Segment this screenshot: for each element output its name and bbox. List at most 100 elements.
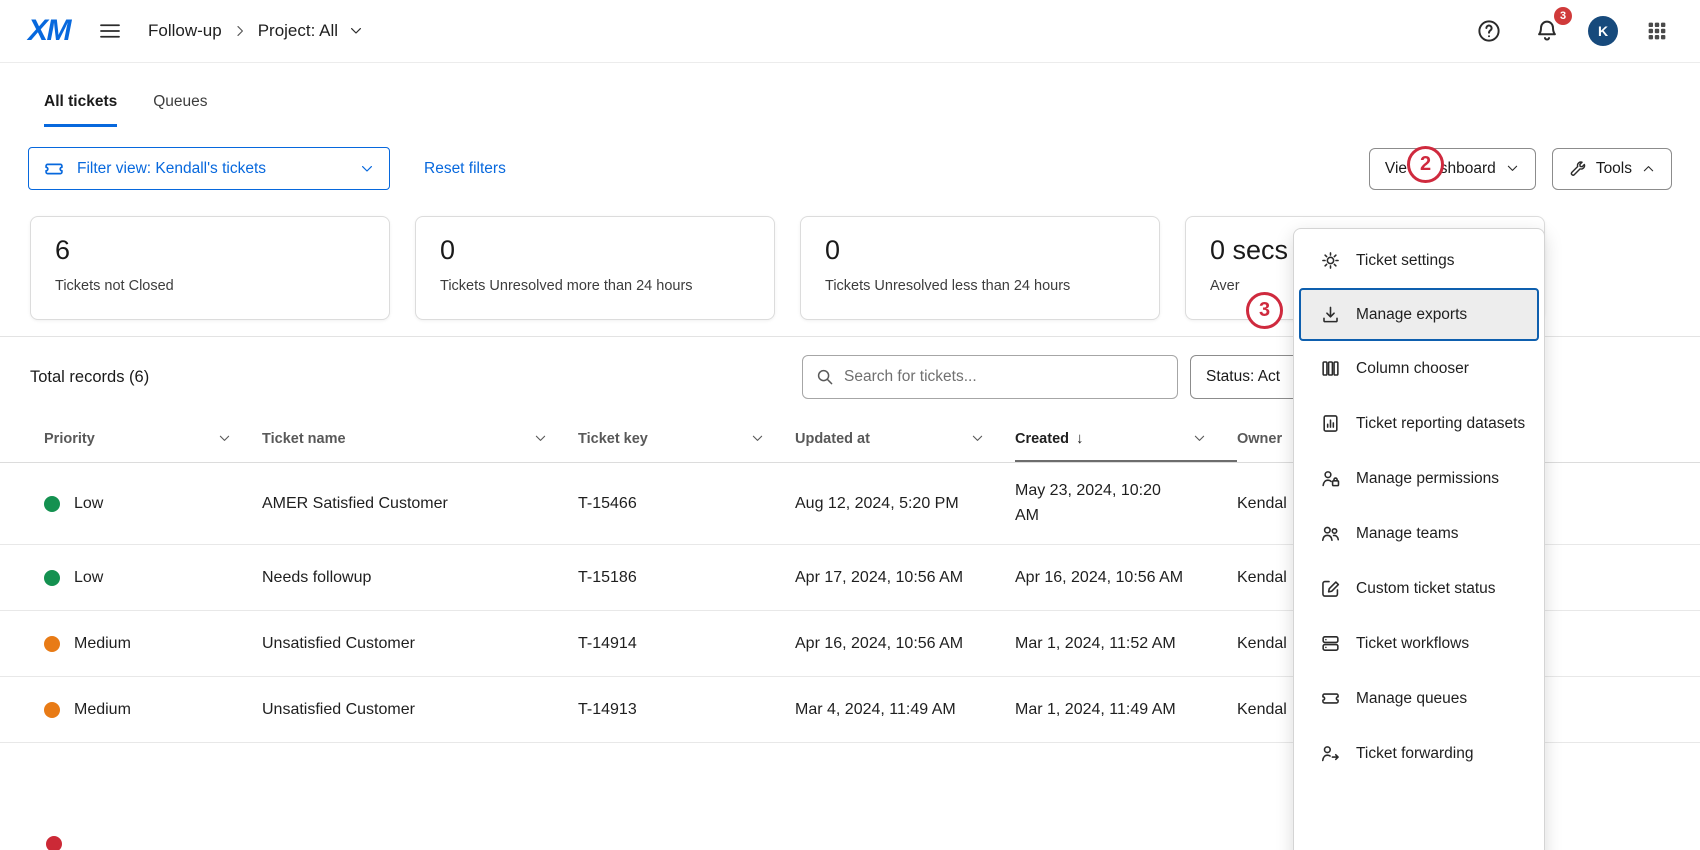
filter-view-button[interactable]: Filter view: Kendall's tickets <box>28 147 390 190</box>
ticket-name: Unsatisfied Customer <box>262 635 578 653</box>
ticket-key: T-14914 <box>578 635 795 653</box>
notifications-button[interactable]: 3 <box>1530 14 1564 48</box>
menu-item-manage-teams[interactable]: Manage teams <box>1294 506 1544 561</box>
chevron-up-icon <box>1641 161 1656 176</box>
stat-card-unresolved-less-24h: 0 Tickets Unresolved less than 24 hours <box>800 216 1160 320</box>
annotation-step-3: 3 <box>1246 292 1283 329</box>
sort-descending-icon: ↓ <box>1076 430 1084 447</box>
help-button[interactable] <box>1472 14 1506 48</box>
menu-item-manage-queues[interactable]: Manage queues <box>1294 671 1544 726</box>
app-switcher-button[interactable] <box>1642 16 1672 46</box>
updated-at: Aug 12, 2024, 5:20 PM <box>795 495 1015 513</box>
chevron-down-icon[interactable] <box>750 431 765 446</box>
chevron-down-icon[interactable] <box>348 23 364 39</box>
ticket-icon <box>43 158 65 180</box>
menu-item-ticket-workflows[interactable]: Ticket workflows <box>1294 616 1544 671</box>
breadcrumb: Follow-up Project: All <box>148 21 364 41</box>
priority-dot <box>44 496 60 512</box>
priority-dot <box>44 702 60 718</box>
avatar[interactable]: K <box>1588 16 1618 46</box>
column-header-updated-at[interactable]: Updated at <box>795 415 1015 462</box>
breadcrumb-project[interactable]: Project: All <box>258 21 338 41</box>
chevron-down-icon[interactable] <box>533 431 548 446</box>
chevron-right-icon <box>232 23 248 39</box>
breadcrumb-section[interactable]: Follow-up <box>148 21 222 41</box>
stat-value: 6 <box>55 235 365 266</box>
download-icon <box>1320 304 1341 325</box>
ticket-name: Needs followup <box>262 569 578 587</box>
priority-dot <box>46 836 62 850</box>
column-header-created[interactable]: Created ↓ <box>1015 415 1237 462</box>
notification-count-badge: 3 <box>1554 7 1572 25</box>
search-icon <box>815 367 835 387</box>
priority-dot <box>44 570 60 586</box>
priority-label: Low <box>74 569 103 587</box>
person-arrow-icon <box>1320 743 1341 764</box>
tools-label: Tools <box>1596 160 1632 178</box>
column-header-ticket-name[interactable]: Ticket name <box>262 415 578 462</box>
menu-item-ticket-settings[interactable]: Ticket settings <box>1294 233 1544 288</box>
menu-item-column-chooser[interactable]: Column chooser <box>1294 341 1544 396</box>
filter-bar: Filter view: Kendall's tickets Reset fil… <box>0 147 1700 190</box>
ticket-key: T-15186 <box>578 569 795 587</box>
chevron-down-icon[interactable] <box>1192 431 1207 446</box>
person-lock-icon <box>1320 468 1341 489</box>
view-dashboard-button[interactable]: View dashboard <box>1369 148 1536 190</box>
chevron-down-icon[interactable] <box>970 431 985 446</box>
menu-item-custom-ticket-status[interactable]: Custom ticket status <box>1294 561 1544 616</box>
stat-label: Tickets not Closed <box>55 278 365 294</box>
menu-item-ticket-forwarding[interactable]: Ticket forwarding <box>1294 726 1544 781</box>
hamburger-icon <box>98 19 122 43</box>
stat-card-tickets-not-closed: 6 Tickets not Closed <box>30 216 390 320</box>
column-header-priority[interactable]: Priority <box>44 415 262 462</box>
stat-value: 0 <box>825 235 1135 266</box>
columns-icon <box>1320 358 1341 379</box>
menu-item-ticket-reporting-datasets[interactable]: Ticket reporting datasets <box>1294 396 1544 451</box>
total-records-label: Total records (6) <box>30 368 149 387</box>
people-icon <box>1320 523 1341 544</box>
xm-logo[interactable]: XM <box>28 14 70 48</box>
created-at: Mar 1, 2024, 11:49 AM <box>1015 701 1237 719</box>
stat-label: Tickets Unresolved more than 24 hours <box>440 278 750 294</box>
created-at: Mar 1, 2024, 11:52 AM <box>1015 635 1237 653</box>
created-at: Apr 16, 2024, 10:56 AM <box>1015 569 1237 587</box>
wrench-icon <box>1568 159 1587 178</box>
ticket-key: T-14913 <box>578 701 795 719</box>
stat-card-unresolved-more-24h: 0 Tickets Unresolved more than 24 hours <box>415 216 775 320</box>
reset-filters-link[interactable]: Reset filters <box>424 160 506 178</box>
tools-dropdown-menu: Ticket settings Manage exports Column ch… <box>1293 228 1545 850</box>
chevron-down-icon[interactable] <box>217 431 232 446</box>
ticket-name: Unsatisfied Customer <box>262 701 578 719</box>
tab-queues[interactable]: Queues <box>153 93 207 127</box>
hamburger-menu-button[interactable] <box>94 15 126 47</box>
ticket-key: T-15466 <box>578 495 795 513</box>
tab-bar: All tickets Queues <box>0 93 1700 127</box>
chevron-down-icon <box>1505 161 1520 176</box>
ticketing-page: XM Follow-up Project: All 3 K <box>0 0 1700 850</box>
menu-item-manage-exports[interactable]: Manage exports <box>1299 288 1539 341</box>
apps-grid-icon <box>1646 20 1668 42</box>
ticket-icon <box>1320 688 1341 709</box>
top-bar-actions: 3 K <box>1472 14 1672 48</box>
ticket-name: AMER Satisfied Customer <box>262 495 578 513</box>
column-header-ticket-key[interactable]: Ticket key <box>578 415 795 462</box>
created-at: May 23, 2024, 10:20 AM <box>1015 479 1173 529</box>
search-input[interactable] <box>844 368 1165 386</box>
menu-item-manage-permissions[interactable]: Manage permissions <box>1294 451 1544 506</box>
chevron-down-icon <box>359 161 375 177</box>
priority-label: Medium <box>74 701 131 719</box>
edit-icon <box>1320 578 1341 599</box>
stack-icon <box>1320 633 1341 654</box>
priority-label: Low <box>74 495 103 513</box>
gear-icon <box>1320 250 1341 271</box>
stat-value: 0 <box>440 235 750 266</box>
updated-at: Apr 16, 2024, 10:56 AM <box>795 635 1015 653</box>
tab-all-tickets[interactable]: All tickets <box>44 93 117 127</box>
status-filter-label: Status: Act <box>1206 368 1280 386</box>
tools-button[interactable]: Tools <box>1552 148 1672 190</box>
filter-view-label: Filter view: Kendall's tickets <box>77 160 266 178</box>
annotation-step-2: 2 <box>1407 146 1444 183</box>
priority-dot <box>44 636 60 652</box>
help-icon <box>1476 18 1502 44</box>
updated-at: Mar 4, 2024, 11:49 AM <box>795 701 1015 719</box>
